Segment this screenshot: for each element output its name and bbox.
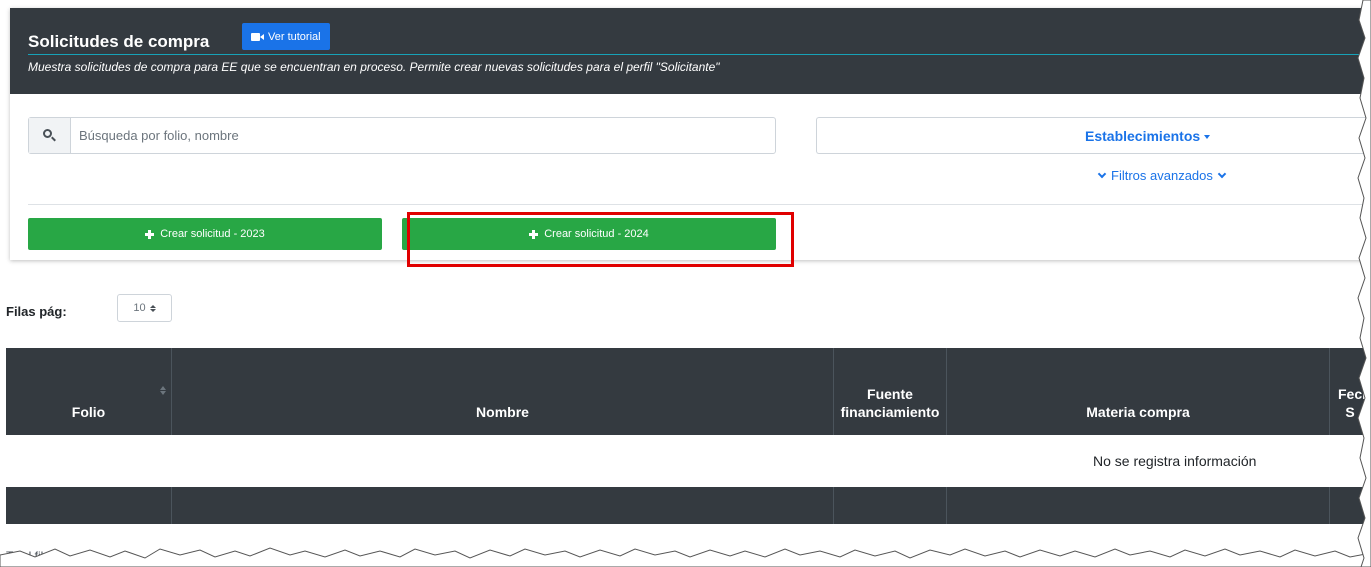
page-description: Muestra solicitudes de compra para EE qu… <box>28 60 720 74</box>
torn-edge-right <box>1357 0 1371 567</box>
highlight-annotation <box>407 212 794 267</box>
column-header-materia[interactable]: Materia compra <box>947 348 1330 435</box>
table-footer <box>6 487 1371 524</box>
establishments-dropdown-label: Establecimientos <box>1085 128 1211 144</box>
page-title: Solicitudes de compra <box>28 32 210 51</box>
tutorial-button-label: Ver tutorial <box>268 30 321 43</box>
column-header-folio[interactable]: Folio <box>6 348 172 435</box>
table-header: Folio Nombre Fuente financiamiento Mater… <box>6 348 1371 435</box>
panel-header: Solicitudes de compra Ver tutorial Muest… <box>10 8 1371 94</box>
column-header-nombre[interactable]: Nombre <box>172 348 834 435</box>
establishments-dropdown[interactable]: Establecimientos <box>816 117 1371 154</box>
rows-per-page-label: Filas pág: <box>6 304 67 319</box>
select-caret-icon <box>149 304 156 312</box>
view-tutorial-button[interactable]: Ver tutorial <box>242 23 330 50</box>
search-icon <box>43 129 56 142</box>
search-icon-addon <box>29 118 71 153</box>
rows-per-page-value: 10 <box>133 302 146 314</box>
requests-table: Folio Nombre Fuente financiamiento Mater… <box>6 348 1371 524</box>
search-input[interactable] <box>79 118 769 153</box>
purchase-requests-panel: Solicitudes de compra Ver tutorial Muest… <box>10 8 1371 267</box>
create-request-2023-button[interactable]: Crear solicitud - 2023 <box>28 218 382 250</box>
video-camera-icon <box>251 32 264 41</box>
empty-table-message: No se registra información <box>1093 453 1257 469</box>
section-divider <box>28 204 1371 205</box>
advanced-filters-toggle[interactable]: Filtros avanzados <box>1097 168 1227 183</box>
caret-down-icon <box>1204 135 1211 140</box>
rows-per-page-select[interactable]: 10 <box>117 294 172 322</box>
advanced-filters-label: Filtros avanzados <box>1111 168 1213 183</box>
chevron-down-icon <box>1097 169 1107 178</box>
header-divider <box>28 54 1371 55</box>
table-row: No se registra información <box>6 435 1371 487</box>
column-header-fuente[interactable]: Fuente financiamiento <box>834 348 947 435</box>
search-box <box>28 117 776 154</box>
sort-icon <box>160 386 166 395</box>
plus-icon <box>145 229 155 239</box>
chevron-down-icon <box>1217 169 1227 178</box>
torn-edge-bottom <box>0 547 1371 567</box>
create-2023-label: Crear solicitud - 2023 <box>160 228 265 240</box>
